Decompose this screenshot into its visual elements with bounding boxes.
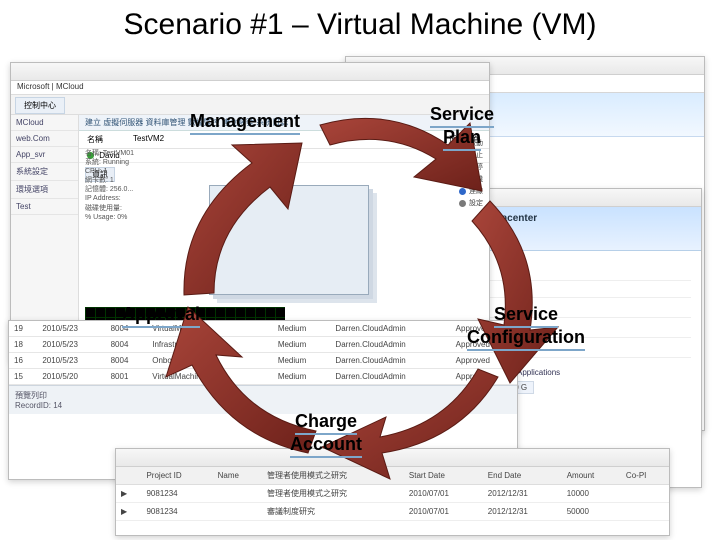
col-head: TestVM2 — [133, 134, 164, 145]
window-chrome — [116, 449, 669, 467]
spec-line: 網卡數: 1 — [85, 176, 134, 185]
table-row[interactable]: 192010/5/238004 VirtualMachineMediumDarr… — [9, 321, 517, 337]
spec-line: CPU: 1 — [85, 167, 134, 176]
vm-specs: 名稱: TestVM01 系統: Running CPU: 1 網卡數: 1 記… — [85, 149, 134, 222]
action-pause[interactable]: 暫停 — [459, 161, 483, 173]
action-shutdown[interactable]: 關機 — [459, 173, 483, 185]
table-row[interactable]: 182010/5/238004 InfrastructureServiceMed… — [9, 337, 517, 353]
table-row[interactable]: 162010/5/238004 OnboardingMediumDarren.C… — [9, 353, 517, 369]
spec-line: 磁碟使用量: — [85, 204, 134, 213]
action-settings[interactable]: 設定 — [459, 197, 483, 209]
dashboard-window: Microsoft | MCloud 控制中心 MCloud web.Com A… — [10, 62, 490, 362]
sidebar-item[interactable]: MCloud — [11, 115, 78, 131]
sidebar-item[interactable]: Test — [11, 199, 78, 215]
action-stop[interactable]: 停止 — [459, 149, 483, 161]
dashboard-tabs[interactable]: 建立 虛擬伺服器 資料庫管理 數據監控 建立帳號 系統日誌 — [79, 115, 489, 131]
spec-line: % Usage: 0% — [85, 213, 134, 222]
spec-line: 記憶體: 256.0... — [85, 185, 134, 194]
sidebar-item[interactable]: 系統設定 — [11, 163, 78, 181]
sidebar-item[interactable]: App_svr — [11, 147, 78, 163]
spec-line: 系統: Running — [85, 158, 134, 167]
action-start[interactable]: 啟動 — [459, 137, 483, 149]
dashboard-brand: Microsoft | MCloud — [11, 81, 489, 95]
table-header: Project IDName 管理者使用模式之研究Start DateEnd D… — [116, 467, 669, 485]
approvals-table: 192010/5/238004 VirtualMachineMediumDarr… — [9, 321, 517, 385]
dashboard-toolbar: 控制中心 — [11, 95, 489, 115]
spec-line: 名稱: TestVM01 — [85, 149, 134, 158]
panel-title: 控制中心 — [15, 97, 65, 114]
table-row[interactable]: ▶9081234管理者使用模式之研究 2010/07/012012/12/311… — [116, 485, 669, 503]
action-connect[interactable]: 連線 — [459, 185, 483, 197]
slide-title: Scenario #1 – Virtual Machine (VM) — [0, 8, 720, 42]
approvals-footer: 預覽列印 RecordID: 14 — [9, 385, 517, 414]
footer-label: 預覽列印 — [15, 391, 47, 400]
col: Applications — [517, 368, 560, 379]
table-row[interactable]: ▶9081234審議制度研究 2010/07/012012/12/3150000 — [116, 503, 669, 521]
table-row[interactable]: 152010/5/208001 VirtualMachineMediumDarr… — [9, 369, 517, 385]
vm-actions: 啟動 停止 暫停 關機 連線 設定 — [459, 137, 483, 209]
spec-line: IP Address: — [85, 194, 134, 203]
sidebar-item[interactable]: web.Com — [11, 131, 78, 147]
col-head: 名稱 — [87, 134, 103, 145]
sidebar-item[interactable]: 環境選項 — [11, 181, 78, 199]
footer-count: RecordID: 14 — [15, 401, 62, 410]
projects-table: Project IDName 管理者使用模式之研究Start DateEnd D… — [116, 467, 669, 521]
vm-thumbnail — [209, 185, 369, 295]
window-chrome — [11, 63, 489, 81]
projects-window: Project IDName 管理者使用模式之研究Start DateEnd D… — [115, 448, 670, 536]
